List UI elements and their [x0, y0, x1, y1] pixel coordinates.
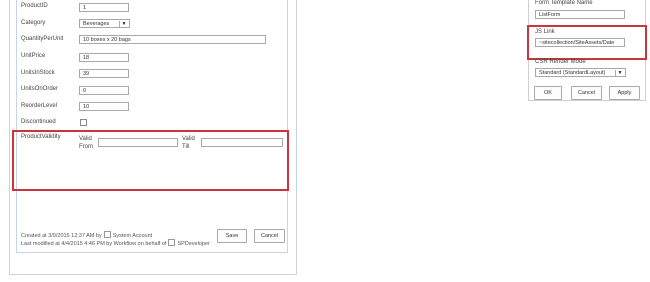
modified-user[interactable]: SPDeveloper [177, 241, 209, 247]
jslink-label: JS Link [535, 29, 555, 35]
field-label: UnitsInStock [21, 70, 55, 76]
category-select[interactable]: Beverages ▼ [79, 19, 130, 28]
page-frame-left [9, 0, 10, 275]
productvalidity-label: ProductValidity [21, 134, 61, 140]
valid-till-label-2: Till [182, 144, 190, 150]
csr-render-mode-label: CSR Render Mode [535, 59, 586, 65]
chevron-down-icon: ▼ [615, 70, 624, 76]
field-label: ReorderLevel [21, 103, 58, 109]
save-button[interactable]: Save [217, 229, 247, 243]
unitprice-input[interactable]: 18 [79, 53, 129, 62]
page-frame-bottom [9, 274, 296, 275]
valid-from-label-2: From [79, 144, 93, 150]
form-frame-bottom [16, 252, 287, 253]
csr-render-mode-value: Standard (StandardLayout) [539, 70, 606, 76]
chevron-down-icon: ▼ [119, 21, 128, 27]
unitsinstock-input[interactable]: 39 [79, 69, 129, 78]
quantityperunit-input[interactable]: 10 boxes x 20 bags [79, 35, 266, 44]
created-info: Created at 3/9/2015 12:37 AM by System Ac… [21, 231, 152, 239]
user-presence-icon [103, 231, 111, 238]
field-label: Category [21, 20, 46, 26]
modified-prefix: Last modified at 4/4/2015 4:46 PM by Wor… [21, 241, 167, 247]
cancel-button[interactable]: Cancel [254, 229, 285, 243]
csr-render-mode-select[interactable]: Standard (StandardLayout) ▼ [535, 68, 626, 77]
unitsonorder-input[interactable]: 0 [79, 86, 129, 95]
form-frame-left [16, 0, 17, 253]
field-label: UnitPrice [21, 53, 46, 59]
valid-from-label-1: Valid [79, 136, 92, 142]
valid-till-label-1: Valid [182, 136, 195, 142]
field-label: ProductID [21, 3, 48, 9]
template-name-label: Form Template Name [535, 0, 593, 6]
page-frame-right [296, 0, 297, 275]
category-select-value: Beverages [83, 21, 110, 27]
field-label: Discontinued [21, 119, 56, 125]
valid-till-input[interactable] [201, 138, 283, 147]
template-name-input[interactable]: ListForm [535, 10, 625, 19]
ok-button[interactable]: OK [534, 86, 562, 100]
field-label: UnitsOnOrder [21, 86, 59, 92]
productid-input[interactable]: 1 [79, 3, 129, 12]
valid-from-input[interactable] [98, 138, 178, 147]
user-presence-icon [168, 239, 176, 246]
field-label: QuantityPerUnit [21, 36, 64, 42]
discontinued-checkbox[interactable] [80, 119, 87, 126]
reorderlevel-input[interactable]: 10 [79, 102, 129, 111]
form-frame-right [287, 0, 288, 253]
panel-cancel-button[interactable]: Cancel [571, 86, 602, 100]
jslink-input[interactable]: ~sitecollection/SiteAssets/Date [535, 38, 625, 47]
modified-info: Last modified at 4/4/2015 4:46 PM by Wor… [21, 239, 210, 247]
apply-button[interactable]: Apply [609, 86, 640, 100]
